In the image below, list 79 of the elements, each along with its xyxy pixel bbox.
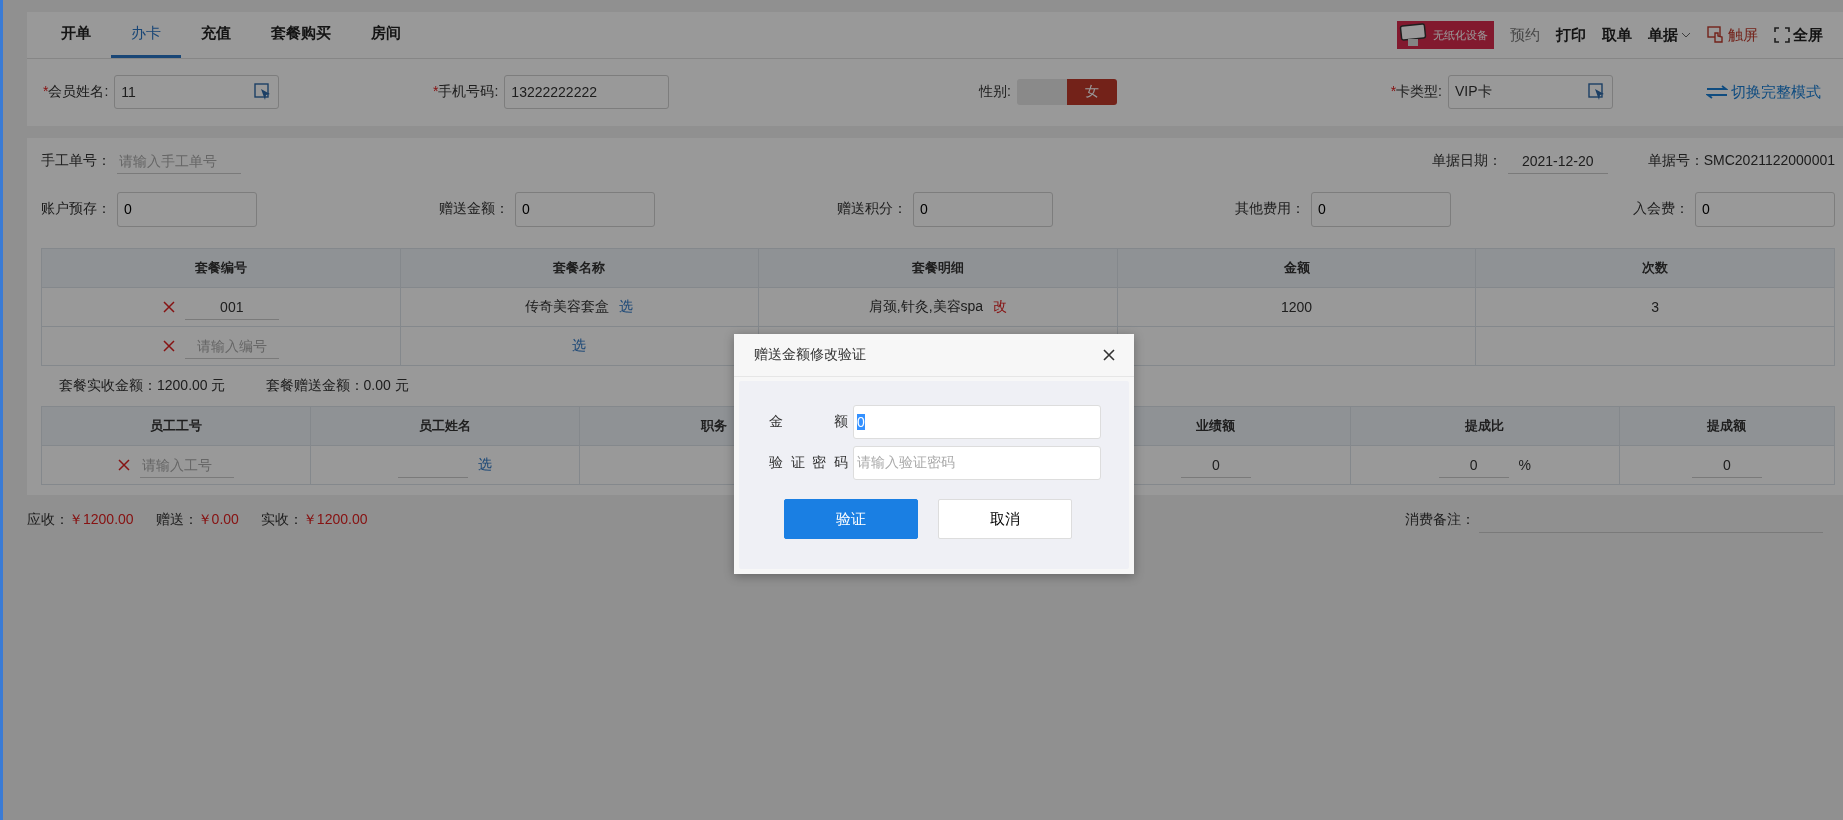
switch-mode-link[interactable]: 切换完整模式 bbox=[1706, 82, 1821, 102]
column-header: 提成比 bbox=[1350, 406, 1620, 446]
column-header: 套餐名称 bbox=[400, 248, 759, 288]
tab[interactable]: 房间 bbox=[351, 12, 421, 58]
package-code-field[interactable]: 001 bbox=[184, 294, 279, 320]
dialog-title: 赠送金额修改验证 bbox=[754, 346, 866, 364]
table-cell: 肩颈,针灸,美容spa bbox=[868, 298, 984, 316]
field-label: 消费备注： bbox=[1405, 511, 1475, 529]
tab[interactable]: 办卡 bbox=[111, 12, 181, 58]
field-label: 赠送积分： bbox=[837, 200, 907, 218]
total-text: 应收：￥1200.00 bbox=[27, 511, 134, 529]
hand-icon bbox=[1707, 26, 1725, 44]
table-cell: 传奇美容套盒 bbox=[525, 298, 610, 316]
column-header: 金额 bbox=[1117, 248, 1476, 288]
toolbar-button[interactable]: 取单 bbox=[1602, 25, 1632, 45]
field-label: 单据日期： bbox=[1431, 152, 1502, 170]
toolbar-button[interactable]: 触屏 bbox=[1707, 25, 1758, 45]
field-label: 金 额 bbox=[769, 412, 849, 431]
field-label: *卡类型: bbox=[1390, 83, 1442, 101]
field-label: 赠送金额： bbox=[439, 200, 509, 218]
date-field[interactable]: 2021-12-20 bbox=[1507, 148, 1608, 174]
column-header: 套餐编号 bbox=[41, 248, 401, 288]
ratio-field[interactable]: 0 bbox=[1438, 452, 1509, 478]
amount-field[interactable]: 0 bbox=[515, 191, 655, 227]
toolbar-button[interactable]: 打印 bbox=[1556, 25, 1586, 45]
summary-text: 套餐实收金额：1200.00 元 bbox=[59, 377, 226, 395]
field-label: 验 证 密 码 bbox=[769, 453, 849, 472]
table-cell: 1200 bbox=[1281, 299, 1313, 315]
table-cell: 3 bbox=[1651, 299, 1660, 315]
column-header: 次数 bbox=[1475, 248, 1835, 288]
delete-icon[interactable] bbox=[117, 459, 130, 471]
phone-field[interactable]: 13222222222 bbox=[504, 75, 670, 109]
amount-field[interactable]: 0 bbox=[913, 191, 1053, 227]
summary-text: 套餐赠送金额：0.00 元 bbox=[265, 377, 409, 395]
placeholder-text: 请输入验证密码 bbox=[857, 453, 955, 472]
total-text: 实收：￥1200.00 bbox=[260, 511, 368, 529]
tab[interactable]: 套餐购买 bbox=[251, 12, 351, 58]
column-header: 员工工号 bbox=[41, 406, 311, 446]
caret-icon bbox=[1681, 31, 1691, 39]
field-label: 账户预存： bbox=[41, 200, 111, 218]
swap-arrows-icon bbox=[1706, 85, 1728, 99]
select-link[interactable]: 选 bbox=[619, 298, 634, 316]
select-link[interactable]: 选 bbox=[477, 456, 492, 474]
tab[interactable]: 开单 bbox=[41, 12, 111, 58]
amount-field[interactable]: 0 bbox=[1311, 191, 1451, 227]
close-icon[interactable] bbox=[1102, 348, 1116, 362]
verify-button[interactable]: 验证 bbox=[784, 499, 918, 539]
field-label: 性别: bbox=[979, 83, 1011, 101]
field-label: 其他费用： bbox=[1235, 200, 1305, 218]
toolbar-button[interactable]: 全屏 bbox=[1774, 25, 1823, 45]
tablet-icon bbox=[1399, 23, 1429, 47]
toolbar-button[interactable]: 单据 bbox=[1648, 25, 1691, 45]
delete-icon[interactable] bbox=[162, 301, 175, 313]
performance-field[interactable]: 0 bbox=[1180, 452, 1251, 478]
card-type-field[interactable]: VIP卡 bbox=[1448, 75, 1613, 109]
amount-input[interactable]: 0 bbox=[853, 404, 1101, 439]
cancel-button[interactable]: 取消 bbox=[938, 499, 1072, 539]
delete-icon[interactable] bbox=[162, 340, 175, 352]
field-label: *手机号码: bbox=[433, 83, 499, 101]
amount-field[interactable]: 0 bbox=[117, 191, 257, 227]
total-text: 赠送：￥0.00 bbox=[155, 511, 239, 529]
toolbar-button[interactable]: 预约 bbox=[1510, 25, 1540, 45]
select-link[interactable]: 选 bbox=[572, 337, 587, 355]
tab[interactable]: 充值 bbox=[181, 12, 251, 58]
column-header: 提成额 bbox=[1619, 406, 1835, 446]
member-name-field[interactable]: 11 bbox=[114, 75, 280, 109]
pointer-icon bbox=[1588, 83, 1606, 101]
selected-value: 0 bbox=[857, 413, 865, 430]
column-header: 员工姓名 bbox=[310, 406, 580, 446]
order-number: 单据号：SMC2021122000001 bbox=[1647, 152, 1835, 170]
edit-link[interactable]: 改 bbox=[993, 298, 1008, 316]
fullscreen-icon bbox=[1774, 27, 1790, 43]
percent-unit: % bbox=[1518, 457, 1531, 473]
field-label: 入会费： bbox=[1633, 200, 1689, 218]
column-header: 套餐明细 bbox=[758, 248, 1118, 288]
device-badge[interactable]: 无纸化设备 bbox=[1397, 21, 1494, 49]
field-label: *会员姓名: bbox=[43, 83, 109, 101]
field-label: 手工单号： bbox=[41, 152, 111, 170]
amount-field[interactable]: 0 bbox=[1695, 191, 1835, 227]
